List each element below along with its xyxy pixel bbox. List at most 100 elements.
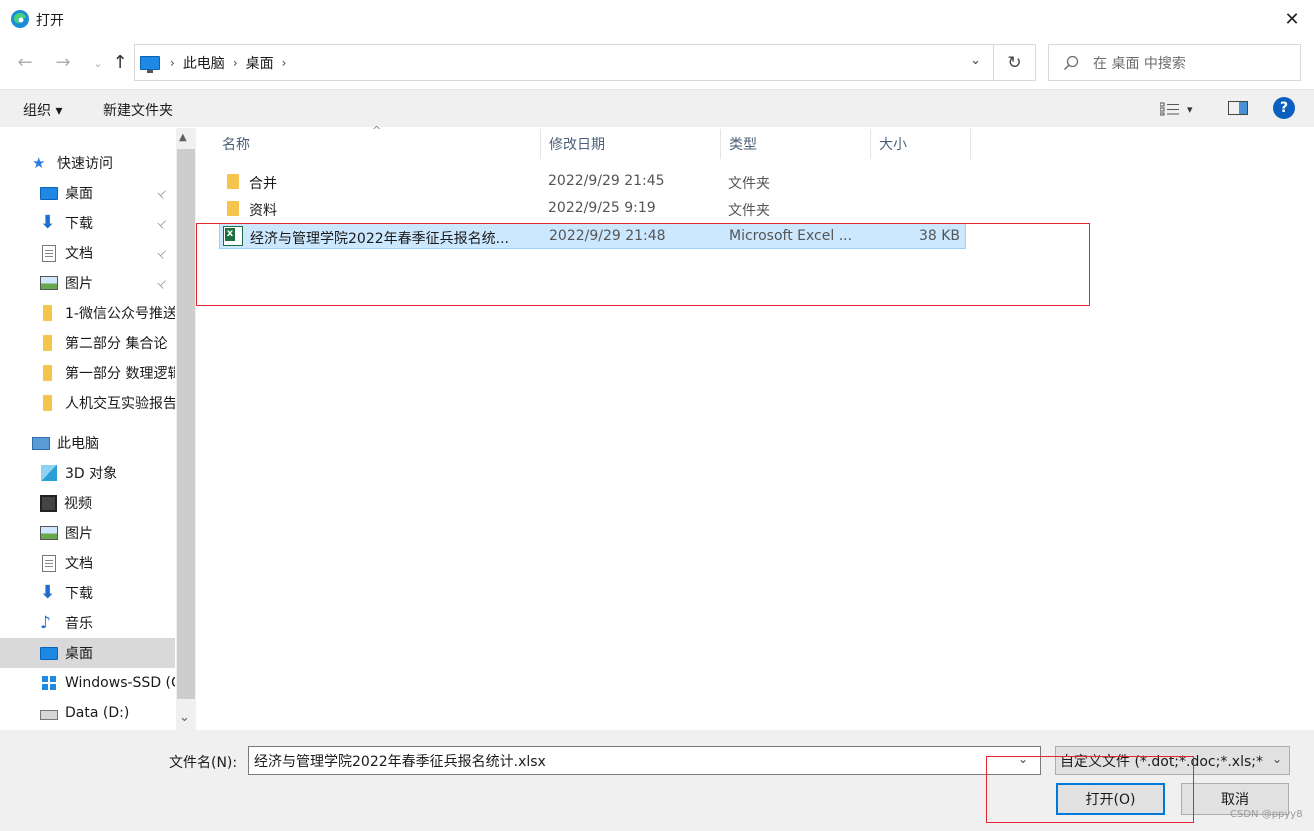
breadcrumb-this-pc[interactable]: 此电脑 bbox=[183, 53, 225, 73]
search-placeholder: 在 桌面 中搜索 bbox=[1093, 55, 1186, 72]
sort-ascending-icon: ^ bbox=[372, 124, 382, 137]
desktop-icon bbox=[40, 186, 58, 200]
video-icon bbox=[40, 494, 57, 512]
refresh-icon: ↻ bbox=[1007, 52, 1022, 73]
edge-app-icon bbox=[10, 9, 30, 29]
sidebar-item[interactable]: 桌面 bbox=[0, 638, 175, 668]
breadcrumb-separator-icon[interactable]: › bbox=[233, 56, 238, 70]
window-title: 打开 bbox=[36, 13, 64, 29]
help-icon[interactable]: ? bbox=[1273, 97, 1295, 119]
close-button[interactable]: ✕ bbox=[1270, 0, 1314, 38]
sidebar-item-label: 图片 bbox=[65, 276, 93, 292]
sidebar-item[interactable]: Windows-SSD (C:) bbox=[0, 668, 175, 698]
highlight-box-open bbox=[986, 756, 1194, 823]
breadcrumb-separator-icon[interactable]: › bbox=[170, 56, 175, 70]
breadcrumb-desktop[interactable]: 桌面 bbox=[246, 53, 274, 73]
change-view-button[interactable]: ▾ bbox=[1160, 99, 1204, 119]
chevron-down-icon[interactable]: ⌄ bbox=[1272, 752, 1282, 766]
file-type: 文件夹 bbox=[728, 203, 770, 219]
sidebar-item-label: 1-微信公众号推送 bbox=[65, 306, 175, 322]
forward-button[interactable]: → bbox=[51, 52, 75, 73]
music-icon: ♪ bbox=[40, 613, 51, 633]
column-header-type[interactable]: 类型 bbox=[721, 129, 871, 159]
back-button[interactable]: ← bbox=[13, 52, 37, 73]
sidebar-item[interactable]: 1-微信公众号推送 bbox=[0, 298, 175, 328]
close-icon: ✕ bbox=[1284, 8, 1300, 30]
sidebar-item[interactable]: 此电脑 bbox=[0, 428, 175, 458]
up-button[interactable]: ↑ bbox=[108, 52, 132, 73]
pin-icon[interactable]: ⊥ bbox=[155, 245, 171, 261]
sidebar-item[interactable]: 文档 ⊥ bbox=[0, 238, 175, 268]
sidebar-item-label: 此电脑 bbox=[57, 436, 99, 452]
address-bar[interactable]: › 此电脑 › 桌面 › ⌄ bbox=[134, 44, 994, 81]
sidebar-item[interactable]: 第一部分 数理逻辑 bbox=[0, 358, 175, 388]
sidebar-item-label: 人机交互实验报告 bbox=[65, 396, 175, 412]
cube-icon bbox=[41, 465, 57, 481]
file-date: 2022/9/29 21:45 bbox=[548, 173, 665, 189]
details-view-icon bbox=[1160, 102, 1179, 116]
folder-icon bbox=[43, 335, 52, 351]
file-date: 2022/9/25 9:19 bbox=[548, 200, 656, 216]
sidebar-item[interactable]: 图片 ⊥ bbox=[0, 268, 175, 298]
download-icon: ⬇ bbox=[40, 212, 56, 233]
sidebar-item[interactable]: 文档 bbox=[0, 548, 175, 578]
search-icon bbox=[1063, 55, 1079, 71]
arrow-up-icon: ↑ bbox=[112, 52, 128, 73]
sidebar-item-label: Data (D:) bbox=[65, 705, 130, 721]
command-toolbar bbox=[0, 89, 1314, 127]
sidebar-item-label: Windows-SSD (C:) bbox=[65, 675, 175, 691]
sidebar-item[interactable]: 视频 bbox=[0, 488, 175, 518]
sidebar-item[interactable]: ♪ 音乐 bbox=[0, 608, 175, 638]
recent-locations-button[interactable]: ⌄ bbox=[86, 57, 110, 70]
sidebar-item-label: 3D 对象 bbox=[65, 466, 118, 482]
drive-icon bbox=[40, 710, 58, 720]
sidebar-item[interactable]: 第二部分 集合论 bbox=[0, 328, 175, 358]
search-input[interactable]: 在 桌面 中搜索 bbox=[1048, 44, 1301, 81]
sidebar-item-label: 第二部分 集合论 bbox=[65, 336, 168, 352]
sidebar-item-label: 音乐 bbox=[65, 616, 93, 632]
file-row[interactable]: 合并 2022/9/29 21:45 文件夹 bbox=[219, 169, 966, 195]
scroll-down-icon[interactable]: ⌄ bbox=[179, 710, 190, 725]
refresh-button[interactable]: ↻ bbox=[994, 44, 1036, 81]
scroll-up-icon[interactable]: ▲ bbox=[179, 132, 187, 143]
pin-icon[interactable]: ⊥ bbox=[155, 215, 171, 231]
sidebar-item[interactable]: 人机交互实验报告 bbox=[0, 388, 175, 418]
pin-icon[interactable]: ⊥ bbox=[155, 275, 171, 291]
document-icon bbox=[42, 244, 56, 262]
download-icon: ⬇ bbox=[40, 582, 56, 603]
breadcrumb-separator-icon[interactable]: › bbox=[282, 56, 287, 70]
sidebar-item-label: 下载 bbox=[65, 216, 93, 232]
chevron-down-icon[interactable]: ⌄ bbox=[970, 53, 981, 68]
new-folder-button[interactable]: 新建文件夹 bbox=[103, 100, 173, 120]
pin-icon[interactable]: ⊥ bbox=[155, 185, 171, 201]
file-name: 资料 bbox=[249, 203, 277, 219]
folder-icon bbox=[43, 395, 52, 411]
sidebar-item-label: 文档 bbox=[65, 246, 93, 262]
organize-button[interactable]: 组织 ▾ bbox=[23, 100, 62, 120]
filename-input[interactable]: 经济与管理学院2022年春季征兵报名统计.xlsx bbox=[248, 746, 1041, 775]
sidebar-item[interactable]: ⬇ 下载 bbox=[0, 578, 175, 608]
folder-icon bbox=[43, 305, 52, 321]
navigation-scrollbar-thumb[interactable] bbox=[177, 149, 195, 699]
sidebar-item[interactable]: 桌面 ⊥ bbox=[0, 178, 175, 208]
sidebar-item[interactable]: ⬇ 下载 ⊥ bbox=[0, 208, 175, 238]
sidebar-item-label: 图片 bbox=[65, 526, 93, 542]
column-header-date[interactable]: 修改日期 bbox=[541, 129, 721, 159]
document-icon bbox=[42, 554, 56, 572]
column-header-size[interactable]: 大小 bbox=[871, 129, 971, 159]
sidebar-item[interactable]: 3D 对象 bbox=[0, 458, 175, 488]
folder-icon bbox=[43, 365, 52, 381]
sidebar-item[interactable]: ★ 快速访问 bbox=[0, 148, 175, 178]
sidebar-item-label: 下载 bbox=[65, 586, 93, 602]
windows-drive-icon bbox=[42, 676, 56, 690]
sidebar-item-label: 第一部分 数理逻辑 bbox=[65, 366, 175, 382]
file-row[interactable]: 资料 2022/9/25 9:19 文件夹 bbox=[219, 196, 966, 222]
folder-icon bbox=[227, 174, 239, 189]
sidebar-item-label: 视频 bbox=[64, 496, 92, 512]
sidebar-item[interactable]: 图片 bbox=[0, 518, 175, 548]
arrow-left-icon: ← bbox=[17, 52, 33, 73]
chevron-down-icon: ⌄ bbox=[93, 57, 103, 70]
sidebar-item[interactable]: Data (D:) bbox=[0, 698, 175, 728]
highlight-box-file bbox=[196, 223, 1090, 306]
preview-pane-icon[interactable] bbox=[1228, 101, 1248, 115]
